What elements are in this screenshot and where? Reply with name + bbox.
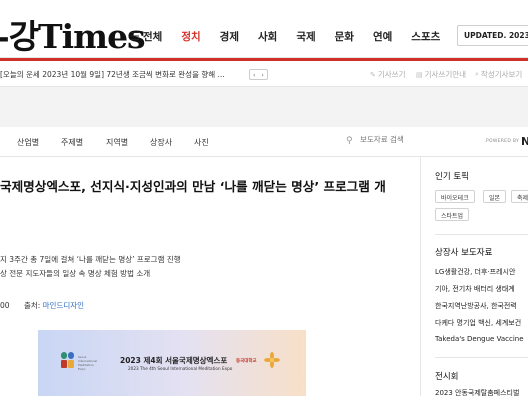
grey-band [0, 87, 528, 127]
pencil-icon: ✎ [370, 70, 376, 79]
document-icon: ▤ [416, 70, 423, 79]
chevron-left-icon[interactable]: ‹ [250, 70, 258, 79]
search-doc-icon: ⌕ [475, 70, 479, 78]
search-input[interactable] [360, 135, 450, 144]
right-sidebar: 인기 토픽 바이오테크 일본 축제 스타트업 상장사 보도자료 LG생활건강, … [420, 157, 528, 396]
exhibition-item[interactable]: 2023 안동국제탈춤페스티벌 [435, 388, 528, 396]
nav-item-international[interactable]: 국제 [296, 29, 315, 44]
nav-item-economy[interactable]: 경제 [220, 29, 239, 44]
write-guide-label: 기사쓰기안내 [424, 70, 467, 79]
subnav-listed[interactable]: 상장사 [150, 137, 172, 148]
write-article-label: 기사쓰기 [377, 70, 406, 79]
press-release-title: 상장사 보도자료 [435, 248, 493, 258]
topic-tag[interactable]: 바이오테크 [435, 190, 475, 203]
powered-by-label: POWERED BY [486, 139, 520, 144]
powered-by-logo: N [521, 135, 528, 148]
press-release-item[interactable]: 다케다 명기업 백신, 세계보건 [435, 318, 528, 328]
my-articles-link[interactable]: ⌕ 작성기사보기 [475, 69, 522, 80]
source-label: 출처: [23, 301, 41, 310]
hamburger-icon[interactable]: ☰ [130, 30, 140, 43]
press-release-item[interactable]: 기아, 전기차 배터리 생태계 [435, 284, 528, 294]
my-articles-label: 작성기사보기 [480, 70, 523, 79]
university-name: 동국대학교 [236, 359, 257, 364]
article-summary-line: 지 3주간 총 7일에 걸쳐 ‘나를 깨닫는 명상’ 프로그램 진행 [0, 255, 181, 264]
sidebar-divider [435, 357, 528, 358]
nav-item-all[interactable]: 전체 [143, 29, 162, 44]
expo-logo-caption: Seoul International Meditation Expo [78, 355, 98, 371]
nav-item-politics[interactable]: 정치 [181, 29, 200, 44]
article-summary-line: 상 전문 지도자들의 일상 속 명상 체험 방법 소개 [0, 269, 151, 278]
banner-title: 2023 제4회 서울국제명상엑스포 [120, 356, 228, 365]
topic-tag[interactable]: 스타트업 [435, 208, 470, 221]
topic-tag[interactable]: 일본 [483, 190, 507, 203]
expo-logo-icon [61, 352, 74, 368]
press-release-item[interactable]: 한국지역난방공사, 한국전력 [435, 301, 528, 311]
chevron-right-icon[interactable]: › [258, 70, 266, 79]
popular-topics-title: 인기 토픽 [435, 172, 469, 182]
site-logo[interactable]: -강Times [0, 10, 146, 58]
topic-tag[interactable]: 축제 [511, 190, 528, 203]
nav-item-society[interactable]: 사회 [258, 29, 277, 44]
top-header: -강Times ☰ 전체 정치 경제 사회 국제 문화 연예 스포츠 UPDAT… [0, 0, 528, 58]
nav-item-entertainment[interactable]: 연예 [373, 29, 392, 44]
nav-item-sports[interactable]: 스포츠 [411, 29, 440, 44]
subnav-industry[interactable]: 산업별 [17, 137, 39, 148]
write-guide-link[interactable]: ▤ 기사쓰기안내 [416, 69, 466, 80]
press-release-item[interactable]: LG생활건강, 더후·프레시안 [435, 267, 528, 277]
news-ticker: [오늘의 운세 2023년 10월 9일] 72년생 조금씩 변화로 완성을 향… [0, 61, 528, 87]
ticker-headline[interactable]: [오늘의 운세 2023년 10월 9일] 72년생 조금씩 변화로 완성을 향… [0, 69, 245, 80]
press-release-item[interactable]: Takeda's Dengue Vaccine [435, 335, 528, 343]
article-time: 00 [0, 301, 10, 310]
subnav-region[interactable]: 지역별 [106, 137, 128, 148]
updated-date: UPDATED. 2023-10-0 [457, 25, 528, 46]
write-article-link[interactable]: ✎ 기사쓰기 [370, 69, 405, 80]
main-nav: 전체 정치 경제 사회 국제 문화 연예 스포츠 [143, 29, 459, 44]
source-link[interactable]: 마인드디자인 [43, 301, 84, 310]
search-icon[interactable]: ⚲ [346, 136, 353, 146]
lotus-logo-icon [264, 352, 280, 368]
press-release-nav: 산업별 주제별 지역별 상장사 사진 ⚲ POWERED BY N [0, 127, 528, 157]
nav-item-culture[interactable]: 문화 [335, 29, 354, 44]
article-meta: 00 출처: 마인드디자인 [0, 300, 84, 311]
article-headline: 국제명상엑스포, 선지식·지성인과의 만남 ‘나를 깨닫는 명상’ 프로그램 개 [0, 179, 386, 194]
expo-banner-image: Seoul International Meditation Expo 2023… [38, 330, 306, 396]
sidebar-divider [435, 234, 528, 235]
banner-subtitle: 2023 The 4th Seoul International Meditat… [128, 366, 233, 371]
ticker-controls: ‹ › [249, 69, 268, 80]
exhibition-title: 전시회 [435, 372, 459, 382]
subnav-photo[interactable]: 사진 [194, 137, 209, 148]
subnav-topic[interactable]: 주제별 [61, 137, 83, 148]
